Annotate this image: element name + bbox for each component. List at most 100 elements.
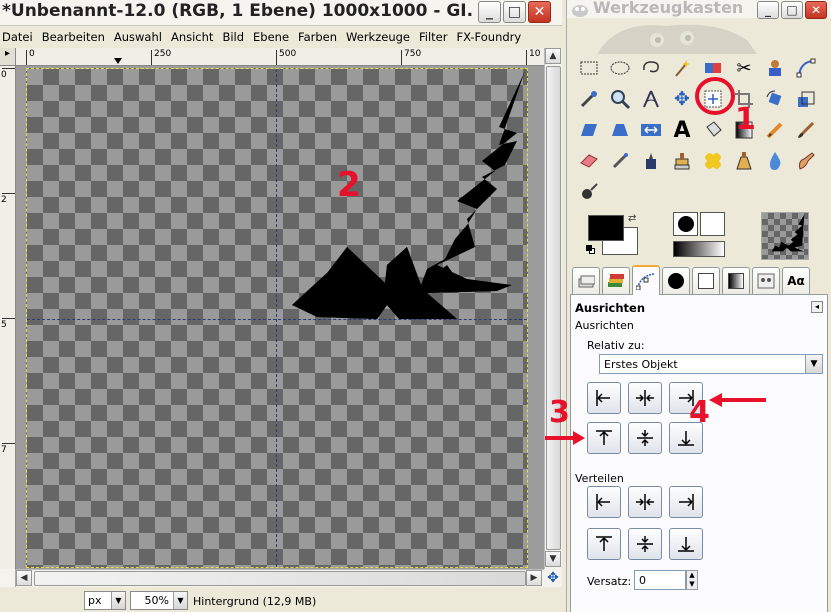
tab-images[interactable] [752, 267, 780, 294]
zoom-icon[interactable] [606, 85, 634, 113]
color-picker-icon[interactable] [575, 85, 603, 113]
navigate-icon[interactable]: ✥ [544, 569, 562, 587]
tab-brushes[interactable] [662, 267, 690, 294]
black-shape-layer [292, 71, 525, 319]
menu-fx-foundry[interactable]: FX-Foundry [454, 27, 528, 47]
zoom-select[interactable]: 50% ▼ [130, 591, 188, 610]
relative-to-select[interactable]: Erstes Objekt ▼ [599, 354, 823, 374]
horizontal-scrollbar[interactable]: ◀ ▶ [16, 569, 544, 587]
airbrush-icon[interactable] [606, 147, 634, 175]
smudge-icon[interactable] [792, 147, 820, 175]
quick-mask-toggle[interactable] [0, 569, 16, 587]
distribute-top-button[interactable] [587, 528, 621, 560]
distribute-right-button[interactable] [669, 486, 703, 518]
swap-colors-icon[interactable]: ⇄ [628, 213, 636, 224]
menu-bearbeiten[interactable]: Bearbeiten [40, 27, 112, 47]
unit-select[interactable]: px ▼ [84, 591, 126, 610]
rotate-icon[interactable] [761, 85, 789, 113]
default-colors-icon[interactable] [586, 245, 595, 254]
minimize-button[interactable]: _ [757, 1, 779, 19]
align-top-edge-button[interactable] [587, 422, 621, 454]
perspective-clone-icon[interactable] [730, 147, 758, 175]
align-middle-button[interactable] [628, 422, 662, 454]
color-area[interactable]: ⇄ [586, 213, 642, 259]
pencil-icon[interactable] [761, 116, 789, 144]
maximize-button[interactable]: □ [781, 1, 803, 19]
ellipse-select-icon[interactable] [606, 54, 634, 82]
shear-icon[interactable] [575, 116, 603, 144]
menu-datei[interactable]: Datei [0, 27, 40, 47]
vertical-scrollbar[interactable]: ▲ ▼ [544, 48, 562, 569]
flip-icon[interactable] [637, 116, 665, 144]
align-bottom-icon [678, 431, 694, 446]
distribute-center-button[interactable] [628, 486, 662, 518]
distribute-bottom-button[interactable] [669, 528, 703, 560]
clone-icon[interactable] [668, 147, 696, 175]
heal-icon[interactable] [699, 147, 727, 175]
menu-farben[interactable]: Farben [296, 27, 344, 47]
text-tool-icon[interactable]: A [668, 116, 696, 144]
ruler-corner-button[interactable]: ▸ [0, 48, 16, 66]
menu-filter[interactable]: Filter [417, 27, 454, 47]
move-tool-icon[interactable]: ✥ [668, 85, 696, 113]
foreground-select-icon[interactable] [761, 54, 789, 82]
ruler-label: 2 [1, 195, 7, 205]
horizontal-ruler[interactable]: 0 250 500 750 10 [16, 48, 544, 66]
perspective-icon[interactable] [606, 116, 634, 144]
scale-icon[interactable] [792, 85, 820, 113]
dodge-burn-icon[interactable] [575, 178, 603, 206]
close-button[interactable]: ✕ [805, 1, 827, 19]
rect-select-icon[interactable] [575, 54, 603, 82]
menu-werkzeuge[interactable]: Werkzeuge [344, 27, 417, 47]
gradient-indicator[interactable] [673, 241, 725, 257]
minimize-button[interactable]: _ [478, 1, 501, 23]
scroll-right-button[interactable]: ▶ [526, 570, 542, 586]
lasso-icon[interactable] [637, 54, 665, 82]
paintbrush-icon[interactable] [792, 116, 820, 144]
vertical-ruler[interactable]: 0 2 5 7 [0, 66, 16, 569]
menu-ebene[interactable]: Ebene [251, 27, 296, 47]
image-window-titlebar[interactable]: *Unbenannt-12.0 (RGB, 1 Ebene) 1000x1000… [0, 0, 562, 26]
blur-icon[interactable] [761, 147, 789, 175]
menu-ansicht[interactable]: Ansicht [169, 27, 220, 47]
ruler-label: 5 [1, 320, 7, 330]
maximize-button[interactable]: □ [503, 1, 526, 23]
offset-spinner[interactable]: ▲ ▼ [686, 570, 698, 590]
tab-gradients[interactable] [722, 267, 750, 294]
menu-bild[interactable]: Bild [220, 27, 251, 47]
fuzzy-select-icon[interactable] [668, 54, 696, 82]
distribute-label: Verteilen [575, 472, 624, 485]
tab-layers[interactable] [602, 267, 630, 294]
tab-patterns[interactable] [692, 267, 720, 294]
close-button[interactable]: ✕ [528, 1, 551, 23]
active-image-thumbnail[interactable] [761, 212, 809, 260]
brush-indicator[interactable] [673, 212, 698, 236]
menu-auswahl[interactable]: Auswahl [112, 27, 169, 47]
foreground-color-swatch[interactable] [588, 215, 624, 241]
bucket-fill-icon[interactable] [699, 116, 727, 144]
distribute-left-button[interactable] [587, 486, 621, 518]
tab-menu-button[interactable]: ◂ [811, 301, 823, 313]
distribute-bottom-icon [678, 537, 694, 552]
tab-fonts[interactable]: Aα [782, 267, 810, 294]
canvas-area[interactable]: 2 [16, 66, 544, 569]
paths-icon[interactable] [792, 54, 820, 82]
distribute-middle-button[interactable] [628, 528, 662, 560]
scroll-down-button[interactable]: ▼ [545, 551, 561, 567]
align-middle-icon [637, 430, 653, 446]
measure-icon[interactable] [637, 85, 665, 113]
offset-input[interactable]: 0 [634, 570, 686, 590]
vertical-scroll-thumb[interactable] [546, 66, 561, 550]
eraser-icon[interactable] [575, 147, 603, 175]
scroll-up-button[interactable]: ▲ [545, 48, 561, 64]
ink-icon[interactable] [637, 147, 665, 175]
pattern-indicator[interactable] [700, 212, 725, 236]
tab-paths[interactable] [632, 265, 660, 295]
toolbox-titlebar[interactable]: Werkzeugkasten _ □ ✕ [567, 0, 831, 19]
horizontal-scroll-thumb[interactable] [34, 571, 526, 586]
tab-tool-options[interactable] [572, 267, 600, 294]
align-left-edge-button[interactable] [587, 382, 621, 414]
image-canvas[interactable]: 2 [26, 68, 528, 568]
align-center-button[interactable] [628, 382, 662, 414]
scroll-left-button[interactable]: ◀ [16, 570, 32, 586]
